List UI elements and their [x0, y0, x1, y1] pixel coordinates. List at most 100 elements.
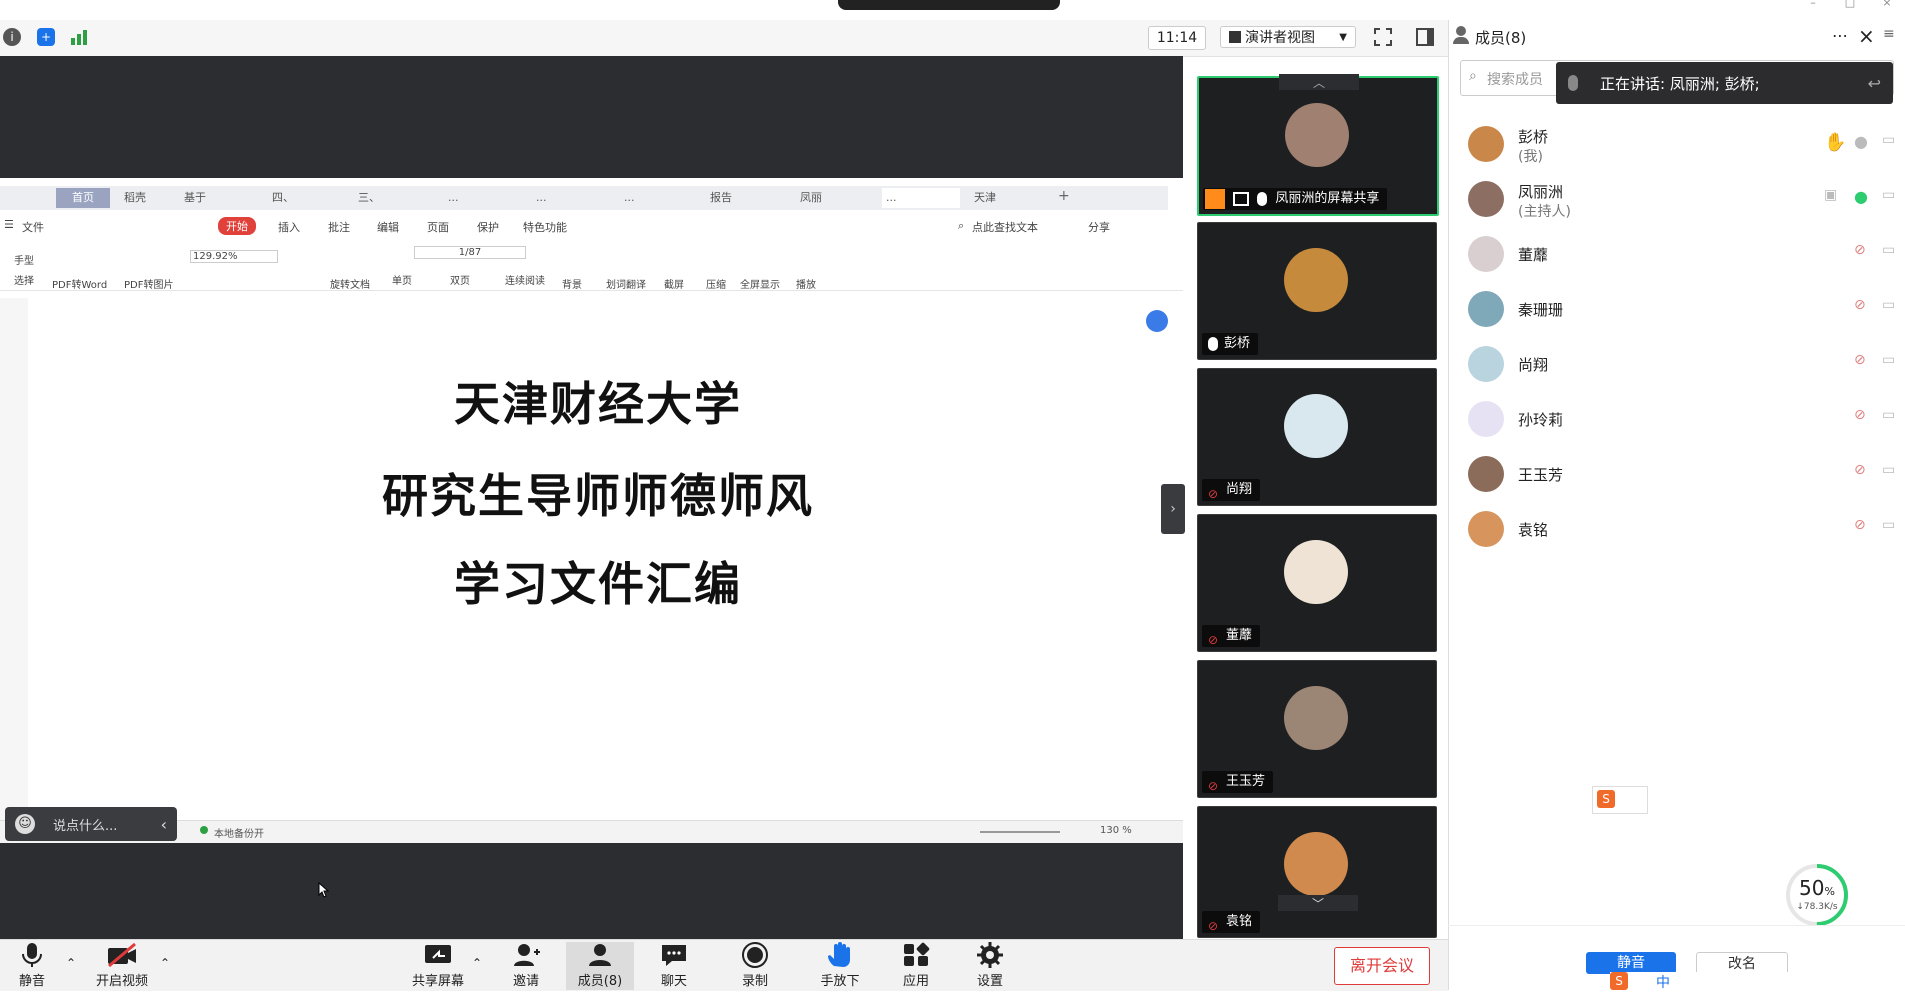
ime-float-widget[interactable]: S — [1592, 786, 1648, 814]
video-off-icon[interactable]: ▭ — [1882, 132, 1904, 154]
video-tile-screen-share[interactable]: ︿ 凤丽洲的屏幕共享 — [1197, 74, 1439, 216]
sidebar-toggle-icon[interactable] — [1415, 27, 1435, 47]
members-button[interactable]: 成员(8) — [566, 942, 634, 990]
menu-insert[interactable]: 插入 — [278, 219, 300, 235]
zoom-select[interactable]: 129.92% — [190, 250, 278, 263]
member-row[interactable]: 董蘼 ⊘ ▭ — [1468, 228, 1895, 278]
video-off-icon[interactable]: ▭ — [1882, 517, 1904, 539]
record-button[interactable]: 录制 — [723, 942, 787, 989]
menu-file[interactable]: 文件 — [22, 219, 44, 235]
translate-button[interactable]: 划词翻译 — [606, 276, 646, 291]
member-row[interactable]: 彭桥 (我) ✋ ● ▭ — [1468, 118, 1895, 168]
more-icon[interactable]: ⋯ — [1832, 26, 1848, 45]
share-options-chevron-icon[interactable]: ⌃ — [472, 956, 482, 970]
video-off-icon[interactable]: ▭ — [1882, 187, 1904, 209]
video-tile-yuanming[interactable]: ﹀ ⊘ 袁铭 — [1197, 806, 1437, 938]
fullscreen-icon[interactable] — [1373, 27, 1393, 47]
mute-all-button[interactable]: 静音 — [1586, 952, 1676, 974]
apps-button[interactable]: 应用 — [884, 942, 948, 989]
scroll-down-icon[interactable]: ﹀ — [1278, 895, 1358, 911]
tab-report[interactable]: 报告 — [706, 188, 786, 208]
menu-protect[interactable]: 保护 — [477, 219, 499, 235]
maximize-icon[interactable]: □ — [1843, 0, 1857, 8]
background-button[interactable]: 背景 — [562, 276, 582, 291]
member-row[interactable]: 尚翔 ⊘ ▭ — [1468, 338, 1895, 388]
menu-comment[interactable]: 批注 — [328, 219, 350, 235]
mic-muted-icon[interactable]: ⊘ — [1854, 517, 1876, 539]
mic-muted-icon[interactable]: ⊘ — [1854, 462, 1876, 484]
start-video-button[interactable]: 开启视频 — [90, 942, 154, 989]
ime-mode-icon[interactable]: 中 — [1656, 972, 1670, 992]
panel-menu-icon[interactable]: ≡ — [1883, 26, 1895, 42]
tab-doc-7[interactable]: ... — [532, 188, 596, 208]
video-off-icon[interactable]: ▭ — [1882, 407, 1904, 429]
video-tile-pengqiao[interactable]: 彭桥 — [1197, 222, 1437, 360]
mute-button[interactable]: 静音 — [0, 942, 64, 989]
select-tool[interactable]: 选择 — [14, 272, 34, 287]
video-options-chevron-icon[interactable]: ⌃ — [160, 956, 170, 970]
video-off-icon[interactable]: ▭ — [1882, 242, 1904, 264]
tab-docer[interactable]: 稻壳 — [120, 188, 184, 208]
tab-home[interactable]: 首页 — [56, 188, 110, 208]
continuous-read-button[interactable]: 连续阅读 — [505, 272, 545, 287]
minimize-icon[interactable]: – — [1806, 0, 1820, 8]
doc-share-button[interactable]: 分享 — [1088, 219, 1110, 235]
mic-muted-icon[interactable]: ⊘ — [1854, 297, 1876, 319]
close-panel-icon[interactable]: × — [1858, 24, 1875, 48]
chat-button[interactable]: 聊天 — [642, 942, 706, 989]
mic-muted-icon[interactable]: ⊘ — [1854, 407, 1876, 429]
tab-fengli[interactable]: 凤丽 — [796, 188, 876, 208]
play-button[interactable]: 播放 — [796, 276, 816, 291]
video-tile-shangxiang[interactable]: ⊘ 尚翔 — [1197, 368, 1437, 506]
signal-icon[interactable] — [70, 28, 88, 46]
menu-features[interactable]: 特色功能 — [523, 219, 567, 235]
member-row[interactable]: 秦珊珊 ⊘ ▭ — [1468, 283, 1895, 333]
mute-options-chevron-icon[interactable]: ⌃ — [66, 956, 76, 970]
menu-edit[interactable]: 编辑 — [377, 219, 399, 235]
info-icon[interactable]: i — [3, 28, 21, 46]
emoji-icon[interactable]: ☺ — [15, 814, 35, 834]
scroll-up-icon[interactable]: ︿ — [1279, 74, 1359, 90]
chat-quick-input[interactable]: ☺ 说点什么... ‹ — [5, 807, 177, 841]
video-off-icon[interactable]: ▭ — [1882, 462, 1904, 484]
member-row[interactable]: 孙玲莉 ⊘ ▭ — [1468, 393, 1895, 443]
screenshot-button[interactable]: 截屏 — [664, 276, 684, 291]
close-window-icon[interactable]: × — [1880, 0, 1894, 8]
member-row[interactable]: 凤丽洲 (主持人) ▣ ● ▭ — [1468, 173, 1895, 223]
mic-muted-icon[interactable]: ⊘ — [1854, 242, 1876, 264]
compress-button[interactable]: 压缩 — [706, 276, 726, 291]
doc-float-icon[interactable] — [1146, 310, 1168, 332]
double-page-button[interactable]: 双页 — [450, 272, 470, 287]
single-page-button[interactable]: 单页 — [392, 272, 412, 287]
sogou-icon[interactable]: S — [1610, 972, 1628, 990]
share-screen-button[interactable]: 共享屏幕 — [404, 942, 472, 989]
leave-meeting-button[interactable]: 离开会议 — [1334, 947, 1430, 985]
tab-doc-6[interactable]: ... — [444, 188, 508, 208]
tab-doc-5[interactable]: 三、 — [354, 188, 428, 208]
rotate-button[interactable]: 旋转文档 — [330, 276, 370, 291]
lower-hand-button[interactable]: 手放下 — [808, 942, 872, 989]
tab-active-doc[interactable]: ... — [882, 188, 960, 208]
fullscreen-display-button[interactable]: 全屏显示 — [740, 276, 780, 291]
reply-icon[interactable]: ↩ — [1868, 74, 1881, 93]
mic-muted-icon[interactable]: ⊘ — [1854, 352, 1876, 374]
menu-page[interactable]: 页面 — [427, 219, 449, 235]
tab-doc-3[interactable]: 基于 — [180, 188, 259, 208]
hand-tool[interactable]: 手型 — [14, 252, 34, 267]
doc-search-input[interactable]: 点此查找文本 — [972, 219, 1038, 235]
video-tile-wangyufang[interactable]: ⊘ 王玉芳 — [1197, 660, 1437, 798]
mic-active-icon[interactable]: ● — [1854, 187, 1876, 209]
shield-icon[interactable]: + — [37, 28, 55, 46]
pdf-to-word-button[interactable]: PDF转Word — [52, 276, 107, 291]
video-off-icon[interactable]: ▭ — [1882, 297, 1904, 319]
tab-doc-4[interactable]: 四、 — [268, 188, 342, 208]
new-tab-icon[interactable]: + — [1058, 188, 1070, 204]
member-row[interactable]: 王玉芳 ⊘ ▭ — [1468, 448, 1895, 498]
page-indicator[interactable]: 1/87 — [414, 246, 526, 259]
video-off-icon[interactable]: ▭ — [1882, 352, 1904, 374]
collapse-tiles-handle[interactable]: › — [1161, 484, 1185, 534]
tab-doc-8[interactable]: ... — [620, 188, 684, 208]
menu-icon[interactable]: ☰ — [4, 218, 14, 231]
menu-start[interactable]: 开始 — [218, 217, 256, 235]
tab-tianjin[interactable]: 天津 — [970, 188, 1054, 208]
